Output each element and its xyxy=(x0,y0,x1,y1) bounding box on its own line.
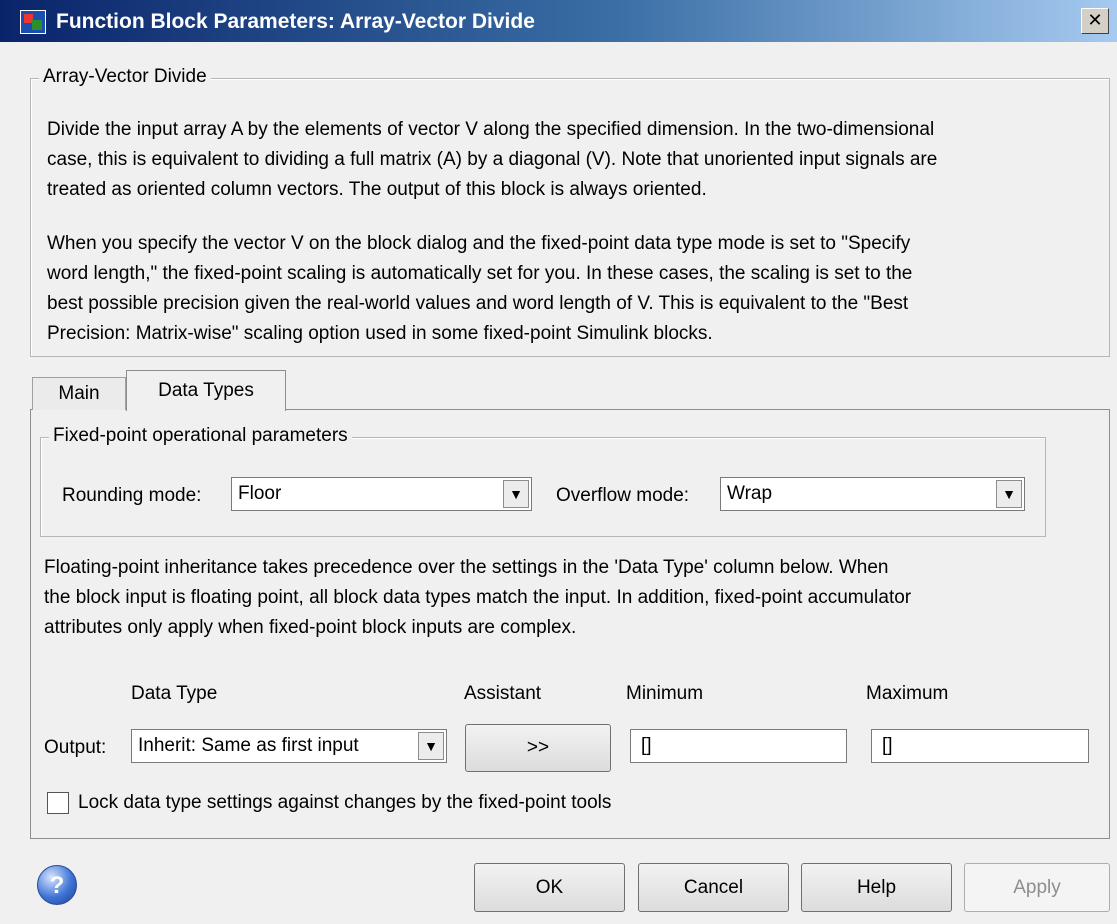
assistant-column-header: Assistant xyxy=(464,683,542,704)
overflow-mode-select[interactable]: Wrap ▼ xyxy=(720,477,1025,511)
ok-button-label: OK xyxy=(535,877,564,898)
output-assistant-button[interactable]: >> xyxy=(465,724,611,772)
inheritance-note-line: Floating-point inheritance takes precede… xyxy=(44,557,889,578)
apply-button[interactable]: Apply xyxy=(964,863,1110,912)
description-group-title: Array-Vector Divide xyxy=(39,66,211,88)
rounding-mode-select[interactable]: Floor ▼ xyxy=(231,477,532,511)
inheritance-note: Floating-point inheritance takes precede… xyxy=(44,553,911,643)
close-icon: ✕ xyxy=(1087,10,1103,30)
description-line: word length," the fixed-point scaling is… xyxy=(47,263,913,284)
inheritance-note-line: attributes only apply when fixed-point b… xyxy=(44,617,577,638)
tab-data-types[interactable]: Data Types xyxy=(126,370,286,411)
chevron-down-icon[interactable]: ▼ xyxy=(503,480,529,508)
output-data-type-select[interactable]: Inherit: Same as first input ▼ xyxy=(131,729,447,763)
fixed-point-group-title: Fixed-point operational parameters xyxy=(49,425,352,447)
output-minimum-value: [] xyxy=(641,735,652,756)
title-bar: Function Block Parameters: Array-Vector … xyxy=(0,0,1117,42)
help-button-label: Help xyxy=(856,877,897,898)
chevron-down-icon[interactable]: ▼ xyxy=(418,732,444,760)
output-maximum-input[interactable]: [] xyxy=(871,729,1089,763)
description-line: treated as oriented column vectors. The … xyxy=(47,179,707,200)
data-type-column-header: Data Type xyxy=(131,683,218,704)
output-minimum-input[interactable]: [] xyxy=(630,729,847,763)
close-button[interactable]: ✕ xyxy=(1081,8,1109,34)
help-button[interactable]: Help xyxy=(801,863,952,912)
maximum-column-header: Maximum xyxy=(866,683,949,704)
description-group: Array-Vector Divide Divide the input arr… xyxy=(30,66,1110,357)
tab-data-types-label: Data Types xyxy=(158,380,254,401)
description-paragraph-2: When you specify the vector V on the blo… xyxy=(47,229,912,349)
window-title: Function Block Parameters: Array-Vector … xyxy=(56,10,535,33)
simulink-app-icon xyxy=(20,10,46,34)
ok-button[interactable]: OK xyxy=(474,863,625,912)
output-maximum-value: [] xyxy=(882,735,893,756)
help-question-icon[interactable]: ? xyxy=(37,865,77,905)
description-line: Divide the input array A by the elements… xyxy=(47,119,935,140)
description-line: best possible precision given the real-w… xyxy=(47,293,909,314)
rounding-mode-value: Floor xyxy=(238,483,282,504)
cancel-button[interactable]: Cancel xyxy=(638,863,789,912)
description-line: Precision: Matrix-wise" scaling option u… xyxy=(47,323,713,344)
overflow-mode-label: Overflow mode: xyxy=(556,485,690,506)
rounding-mode-label: Rounding mode: xyxy=(62,485,202,506)
apply-button-label: Apply xyxy=(1013,877,1061,898)
minimum-column-header: Minimum xyxy=(626,683,704,704)
chevron-down-icon[interactable]: ▼ xyxy=(996,480,1022,508)
cancel-button-label: Cancel xyxy=(683,877,744,898)
description-line: When you specify the vector V on the blo… xyxy=(47,233,911,254)
tab-main-label: Main xyxy=(58,383,100,404)
description-paragraph-1: Divide the input array A by the elements… xyxy=(47,115,937,205)
lock-data-type-label: Lock data type settings against changes … xyxy=(78,792,612,813)
overflow-mode-value: Wrap xyxy=(727,483,773,504)
lock-data-type-checkbox[interactable] xyxy=(47,792,69,814)
assistant-button-label: >> xyxy=(526,737,550,758)
question-mark-glyph: ? xyxy=(49,872,65,899)
tab-main[interactable]: Main xyxy=(32,377,126,410)
output-data-type-value: Inherit: Same as first input xyxy=(138,735,359,756)
output-row-label: Output: xyxy=(44,737,107,758)
description-line: case, this is equivalent to dividing a f… xyxy=(47,149,938,170)
inheritance-note-line: the block input is floating point, all b… xyxy=(44,587,912,608)
